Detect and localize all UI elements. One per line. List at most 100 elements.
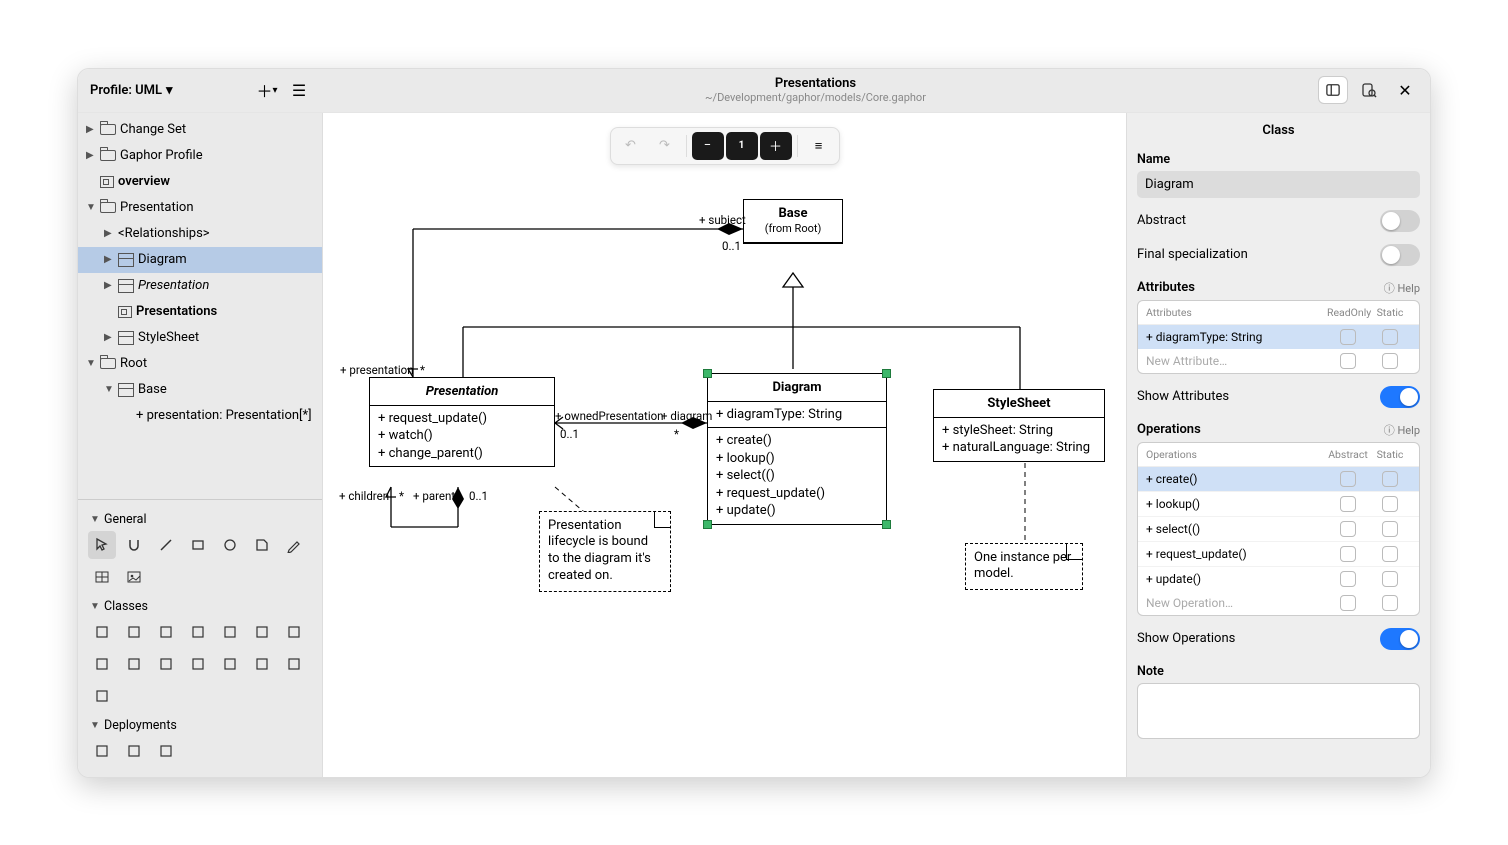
tool-c08[interactable] — [88, 650, 116, 678]
chevron-down-icon[interactable]: ▼ — [86, 202, 96, 213]
readonly-checkbox[interactable] — [1340, 329, 1356, 345]
resize-handle-se[interactable] — [882, 520, 891, 529]
toolbox-section-header[interactable]: ▼Deployments — [82, 712, 318, 735]
hamburger-menu-button[interactable]: ☰ — [287, 78, 311, 102]
toolbox-section-header[interactable]: ▼General — [82, 506, 318, 529]
static-checkbox[interactable] — [1382, 329, 1398, 345]
chevron-right-icon[interactable]: ▶ — [104, 228, 114, 239]
tree-item[interactable]: ▶Presentations — [78, 299, 322, 325]
static-checkbox[interactable] — [1382, 521, 1398, 537]
tree-item[interactable]: ▶Gaphor Profile — [78, 143, 322, 169]
add-button[interactable]: ＋▾ — [255, 78, 279, 102]
resize-handle-sw[interactable] — [703, 520, 712, 529]
tool-c03[interactable] — [152, 618, 180, 646]
tool-magnet[interactable] — [120, 531, 148, 559]
new-operation-row[interactable]: New Operation… — [1138, 591, 1419, 615]
zoom-out-button[interactable]: − — [692, 132, 724, 160]
tree-item[interactable]: ▶Presentation — [78, 273, 322, 299]
resize-handle-nw[interactable] — [703, 369, 712, 378]
show-operations-toggle[interactable] — [1380, 628, 1420, 650]
tool-box[interactable] — [184, 531, 212, 559]
attribute-row[interactable]: + diagramType: String — [1138, 325, 1419, 349]
operation-row[interactable]: + select(() — [1138, 517, 1419, 542]
operations-help-link[interactable]: ⓘ Help — [1384, 422, 1420, 438]
tool-image[interactable] — [120, 563, 148, 591]
tool-c11[interactable] — [184, 650, 212, 678]
operation-row[interactable]: + request_update() — [1138, 542, 1419, 567]
operation-row[interactable]: + create() — [1138, 467, 1419, 492]
tool-d2[interactable] — [120, 737, 148, 765]
zoom-in-button[interactable]: ＋ — [760, 132, 792, 160]
checkbox[interactable] — [1340, 353, 1356, 369]
tree-item[interactable]: ▶overview — [78, 169, 322, 195]
tool-c02[interactable] — [120, 618, 148, 646]
tree-item[interactable]: ▼Presentation — [78, 195, 322, 221]
abstract-checkbox[interactable] — [1340, 571, 1356, 587]
chevron-down-icon[interactable]: ▼ — [104, 384, 114, 395]
tree-item[interactable]: ▶StyleSheet — [78, 325, 322, 351]
tool-pencil[interactable] — [280, 531, 308, 559]
tool-c07[interactable] — [280, 618, 308, 646]
tree-item[interactable]: ▶<Relationships> — [78, 221, 322, 247]
chevron-right-icon[interactable]: ▶ — [104, 254, 114, 265]
tree-item[interactable]: ▼Root — [78, 351, 322, 377]
checkbox[interactable] — [1340, 595, 1356, 611]
operation-row[interactable]: + update() — [1138, 567, 1419, 591]
tool-c04[interactable] — [184, 618, 212, 646]
chevron-right-icon[interactable]: ▶ — [86, 124, 96, 135]
static-checkbox[interactable] — [1382, 546, 1398, 562]
uml-note-presentation-lifecycle[interactable]: Presentation lifecycle is bound to the d… — [539, 511, 671, 593]
tool-pointer[interactable] — [88, 531, 116, 559]
tool-c14[interactable] — [280, 650, 308, 678]
new-attribute-row[interactable]: New Attribute… — [1138, 349, 1419, 373]
tool-d1[interactable] — [88, 737, 116, 765]
attributes-help-link[interactable]: ⓘ Help — [1384, 280, 1420, 296]
resize-handle-ne[interactable] — [882, 369, 891, 378]
static-checkbox[interactable] — [1382, 496, 1398, 512]
inspect-button[interactable] — [1354, 76, 1384, 104]
profile-dropdown[interactable]: Profile: UML ▾ — [90, 83, 173, 98]
model-tree[interactable]: ▶Change Set▶Gaphor Profile▶overview▼Pres… — [78, 113, 322, 499]
tree-item[interactable]: ▼Base — [78, 377, 322, 403]
name-input[interactable]: Diagram — [1137, 171, 1420, 198]
redo-button[interactable]: ↷ — [649, 132, 681, 160]
chevron-right-icon[interactable]: ▶ — [86, 150, 96, 161]
uml-class-presentation[interactable]: Presentation + request_update() + watch(… — [369, 377, 555, 468]
show-attributes-toggle[interactable] — [1380, 386, 1420, 408]
abstract-checkbox[interactable] — [1340, 471, 1356, 487]
tool-c06[interactable] — [248, 618, 276, 646]
static-checkbox[interactable] — [1382, 471, 1398, 487]
uml-class-diagram[interactable]: Diagram + diagramType: String + create()… — [707, 373, 887, 525]
final-specialization-toggle[interactable] — [1380, 244, 1420, 266]
chevron-right-icon[interactable]: ▶ — [104, 332, 114, 343]
abstract-checkbox[interactable] — [1340, 546, 1356, 562]
tree-item[interactable]: ▶Change Set — [78, 117, 322, 143]
align-button[interactable]: ≡ — [803, 132, 835, 160]
tool-c10[interactable] — [152, 650, 180, 678]
tool-circle[interactable] — [216, 531, 244, 559]
chevron-right-icon[interactable]: ▶ — [104, 280, 114, 291]
tree-item[interactable]: ▶+ presentation: Presentation[*] — [78, 403, 322, 429]
tool-c05[interactable] — [216, 618, 244, 646]
panel-toggle-button[interactable] — [1318, 76, 1348, 104]
abstract-toggle[interactable] — [1380, 210, 1420, 232]
tool-d3[interactable] — [152, 737, 180, 765]
tool-c09[interactable] — [120, 650, 148, 678]
chevron-down-icon[interactable]: ▼ — [86, 358, 96, 369]
diagram-canvas[interactable]: ↶ ↷ − 1 ＋ ≡ — [323, 113, 1126, 777]
close-button[interactable]: ✕ — [1390, 76, 1420, 104]
static-checkbox[interactable] — [1382, 571, 1398, 587]
operation-row[interactable]: + lookup() — [1138, 492, 1419, 517]
tool-c15[interactable] — [88, 682, 116, 710]
undo-button[interactable]: ↶ — [615, 132, 647, 160]
abstract-checkbox[interactable] — [1340, 496, 1356, 512]
checkbox[interactable] — [1382, 595, 1398, 611]
tree-item[interactable]: ▶Diagram — [78, 247, 322, 273]
zoom-reset-button[interactable]: 1 — [726, 132, 758, 160]
tool-c01[interactable] — [88, 618, 116, 646]
checkbox[interactable] — [1382, 353, 1398, 369]
toolbox-section-header[interactable]: ▼Classes — [82, 593, 318, 616]
tool-c12[interactable] — [216, 650, 244, 678]
abstract-checkbox[interactable] — [1340, 521, 1356, 537]
uml-class-base[interactable]: Base(from Root) — [743, 199, 843, 244]
